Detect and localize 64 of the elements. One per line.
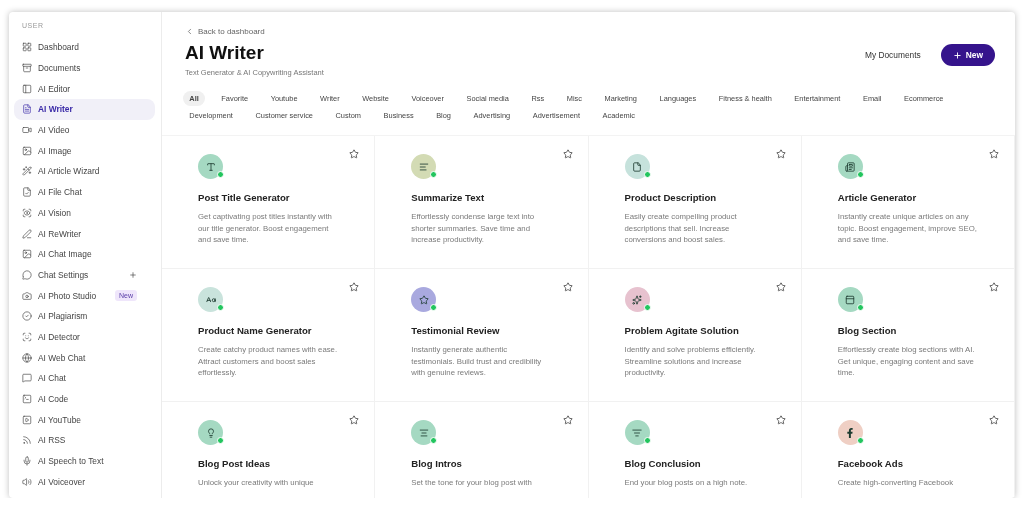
sidebar-item[interactable]: AI Voiceover [14,471,155,493]
sidebar-item[interactable]: AI Detector [14,326,155,348]
sidebar-item[interactable]: AI YouTube [14,409,155,431]
sidebar-item-icon [22,125,32,136]
sidebar-item-icon [22,331,32,342]
back-link[interactable]: Back to dashboard [185,27,324,36]
tool-title: Summarize Text [411,192,486,203]
sidebar-item[interactable]: AI ReWriter [14,223,155,244]
sidebar-item-icon [22,104,32,115]
tool-title: Problem Agitate Solution [624,325,740,336]
sidebar-item-icon [22,290,32,301]
sidebar-item-icon [22,269,32,280]
sidebar-item[interactable]: AI File Chat [14,181,155,203]
sidebar-item[interactable]: AI Video [14,119,155,141]
tool-title: Facebook Ads [837,458,904,469]
page-title: AI Writer [185,42,265,64]
sidebar-item[interactable]: AI Code [14,388,155,410]
tool-title: Blog Intros [411,458,463,469]
sidebar-item[interactable]: AI Chat [14,368,155,389]
favorite-star-icon[interactable] [988,414,1000,426]
sidebar-item[interactable]: AI Web Chat [14,347,155,368]
sidebar-item[interactable]: AI RSS [14,430,155,451]
sidebar-item[interactable]: Dashboard [14,37,155,58]
tool-title: Product Name Generator [198,325,313,336]
sidebar-item-icon [22,145,32,156]
sidebar-item[interactable]: AI Vision [14,202,155,224]
sidebar-item-icon [22,352,32,363]
sidebar-item-icon [22,83,32,94]
new-button[interactable]: New [940,44,995,66]
sidebar-item[interactable]: AI Editor [14,78,155,100]
sidebar-item[interactable]: AI Chat Image [14,243,155,265]
tool-title: Post Title Generator [198,192,291,203]
tool-title: Blog Post Ideas [198,458,271,469]
sidebar-item[interactable]: AI Plagiarism [14,305,155,327]
sidebar-item-icon [22,414,32,425]
sidebar-item[interactable]: AI Article Wizard [14,161,155,182]
sidebar-item-icon [22,249,32,260]
sidebar-item[interactable]: AI Writer [14,99,155,120]
sidebar-item-icon [22,456,32,467]
sidebar-item[interactable]: Chat Settings [14,264,155,286]
plus-icon [952,50,962,60]
sidebar-item-icon [22,394,32,405]
tool-title: Blog Section [837,325,898,336]
sidebar-item-icon [22,187,32,198]
sidebar-item[interactable]: Documents [14,57,155,79]
tool-title: Testimonial Review [411,325,501,336]
sidebar-item-icon [22,42,32,53]
sidebar-item[interactable]: AI Speech to Text [14,450,155,472]
tool-title: Product Description [624,192,718,203]
plus-icon[interactable] [129,270,137,279]
favorite-star-icon[interactable] [988,148,1000,160]
chevron-left-icon [185,27,194,36]
sidebar-item[interactable]: AI Image [14,140,155,162]
sidebar-item-icon [22,166,32,177]
sidebar-item-icon [22,63,32,74]
favorite-star-icon[interactable] [988,281,1000,293]
sidebar-item-icon [22,373,32,384]
sidebar-item-icon [22,476,32,487]
sidebar-item-icon [22,311,32,322]
tool-title: Article Generator [837,192,918,203]
sidebar-item-icon [22,435,32,446]
tool-title: Blog Conclusion [624,458,702,469]
sidebar-item-icon [22,228,32,239]
sidebar-item-icon [22,207,32,218]
